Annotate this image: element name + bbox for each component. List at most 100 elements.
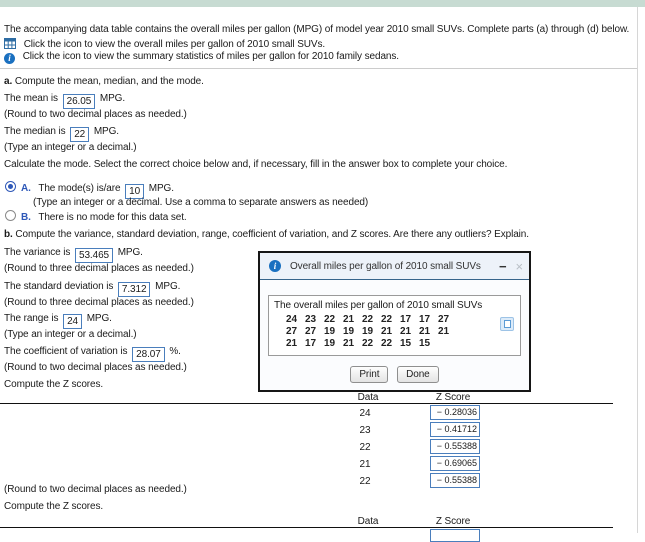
part-a-prompt-text: Compute the mean, median, and the mode. [14, 76, 204, 87]
data-value: 22 [362, 338, 373, 349]
variance-input[interactable]: 53.465 [75, 248, 113, 263]
choice-a-radio[interactable] [5, 181, 16, 192]
data-row-3: 21 17 19 21 22 22 15 15 [282, 338, 520, 350]
dialog-title: Overall miles per gallon of 2010 small S… [290, 260, 481, 272]
choice-b-text: There is no mode for this data set. [38, 212, 187, 223]
median-hint: (Type an integer or a decimal.) [4, 142, 137, 153]
median-label: The median is [4, 126, 66, 137]
z-score-input-3[interactable]: − 0.55388 [430, 439, 480, 454]
print-button[interactable]: Print [350, 366, 389, 383]
cv-line: The coefficient of variation is 28.07 %. [4, 346, 181, 362]
choice-b-row: B. There is no mode for this data set. [5, 210, 187, 224]
data-value: 17 [419, 314, 430, 325]
section-divider [0, 68, 637, 69]
data-value: 22 [381, 314, 392, 325]
close-icon[interactable]: × [516, 259, 524, 274]
data-value: 19 [362, 326, 373, 337]
data-value: 27 [286, 326, 297, 337]
choice-b-label: B. [21, 212, 31, 223]
data-value: 22 [362, 314, 373, 325]
z-score-input-2[interactable]: − 0.41712 [430, 422, 480, 437]
range-label: The range is [4, 313, 59, 324]
data-row-1: 24 23 22 21 22 22 17 17 27 [282, 314, 520, 326]
z-row-data: 21 [359, 459, 371, 470]
top-accent-bar [0, 0, 645, 7]
cv-hint: (Round to two decimal places as needed.) [4, 362, 187, 373]
variance-label: The variance is [4, 247, 71, 258]
range-hint: (Type an integer or a decimal.) [4, 329, 137, 340]
z-row-data: 24 [359, 408, 371, 419]
dialog-buttons: Print Done [260, 366, 529, 383]
range-line: The range is 24 MPG. [4, 313, 112, 329]
z-table-1-header-rule [0, 403, 613, 404]
part-b-prompt: b. Compute the variance, standard deviat… [4, 229, 529, 241]
range-input[interactable]: 24 [63, 314, 83, 329]
stddev-label: The standard deviation is [4, 281, 114, 292]
data-value: 21 [419, 326, 430, 337]
part-b-prompt-text: Compute the variance, standard deviation… [15, 229, 529, 240]
median-line: The median is 22 MPG. [4, 126, 119, 142]
data-value: 22 [324, 314, 335, 325]
part-b-label: b. [4, 229, 13, 240]
range-unit: MPG. [86, 313, 112, 324]
stddev-line: The standard deviation is 7.312 MPG. [4, 281, 180, 297]
data-value: 21 [286, 338, 297, 349]
data-value: 22 [381, 338, 392, 349]
data-value: 21 [343, 338, 354, 349]
view-summary-link-label: Click the icon to view the summary stati… [22, 51, 399, 62]
done-button[interactable]: Done [397, 366, 439, 383]
data-value: 21 [400, 326, 411, 337]
stddev-input[interactable]: 7.312 [117, 282, 151, 297]
z-row-data: 22 [359, 476, 371, 487]
view-summary-link[interactable]: i Click the icon to view the summary sta… [4, 51, 399, 64]
data-value: 21 [438, 326, 449, 337]
dialog-title-bar[interactable]: i Overall miles per gallon of 2010 small… [260, 253, 529, 280]
copy-data-icon[interactable] [500, 317, 514, 331]
content-right-border [637, 7, 638, 533]
stddev-unit: MPG. [155, 281, 181, 292]
variance-unit: MPG. [117, 247, 143, 258]
minimize-icon[interactable]: − [499, 259, 507, 274]
choice-a-unit: MPG. [148, 183, 174, 194]
median-unit: MPG. [93, 126, 119, 137]
data-table-panel: The overall miles per gallon of 2010 sma… [268, 295, 521, 356]
data-value: 15 [419, 338, 430, 349]
z-row-data: 22 [359, 442, 371, 453]
z-prompt-2: Compute the Z scores. [4, 501, 104, 512]
z-score-input-4[interactable]: − 0.69065 [430, 456, 480, 471]
cv-input[interactable]: 28.07 [132, 347, 165, 362]
mean-unit: MPG. [99, 93, 126, 104]
cv-unit: %. [169, 346, 181, 357]
mean-hint: (Round to two decimal places as needed.) [4, 109, 187, 120]
z-row-data: 23 [359, 425, 371, 436]
data-value: 21 [381, 326, 392, 337]
choice-a-label: A. [21, 183, 31, 194]
z-table-2-header-rule [0, 527, 613, 528]
mean-input[interactable]: 26.05 [62, 94, 96, 109]
data-value: 21 [343, 314, 354, 325]
choice-a-text: The mode(s) is/are [38, 183, 121, 194]
z-score-input-5[interactable]: − 0.55388 [430, 473, 480, 488]
data-row-2: 27 27 19 19 19 21 21 21 21 [282, 326, 520, 338]
variance-line: The variance is 53.465 MPG. [4, 247, 143, 263]
mean-line: The mean is 26.05 MPG. [4, 93, 125, 109]
data-table-title: The overall miles per gallon of 2010 sma… [274, 300, 483, 311]
data-value: 27 [305, 326, 316, 337]
choice-b-radio[interactable] [5, 210, 16, 221]
data-value: 17 [305, 338, 316, 349]
data-value: 17 [400, 314, 411, 325]
view-data-link-label: Click the icon to view the overall miles… [23, 39, 326, 50]
data-value: 27 [438, 314, 449, 325]
mean-label: The mean is [4, 93, 58, 104]
z-score-input-1[interactable]: − 0.28036 [430, 405, 480, 420]
data-value: 15 [400, 338, 411, 349]
intro-text: The accompanying data table contains the… [4, 24, 630, 35]
data-value: 19 [324, 338, 335, 349]
data-value: 23 [305, 314, 316, 325]
median-input[interactable]: 22 [70, 127, 90, 142]
mode-prompt: Calculate the mode. Select the correct c… [4, 159, 508, 170]
z-score-input-6[interactable] [430, 529, 480, 542]
info-icon[interactable]: i [4, 53, 15, 64]
data-value: 24 [286, 314, 297, 325]
data-viewer-dialog: i Overall miles per gallon of 2010 small… [258, 251, 531, 392]
